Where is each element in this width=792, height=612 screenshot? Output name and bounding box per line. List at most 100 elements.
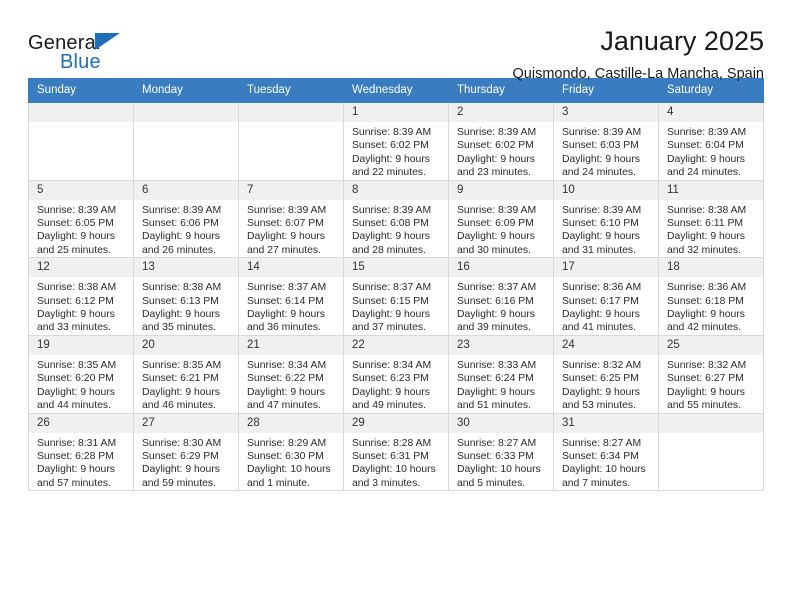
day-detail-line: Sunrise: 8:27 AM [457, 437, 537, 449]
general-blue-logo[interactable]: General Blue [28, 27, 138, 73]
day-detail-line: Sunset: 6:02 PM [457, 140, 534, 152]
day-number: 30 [449, 413, 553, 433]
calendar-day-cell[interactable]: 31 Sunrise: 8:27 AM Sunset: 6:34 PM Dayligh… [553, 413, 659, 492]
calendar-day-cell[interactable]: 12 Sunrise: 8:38 AM Sunset: 6:12 PM Dayligh… [28, 257, 134, 336]
calendar-day-cell[interactable]: 14 Sunrise: 8:37 AM Sunset: 6:14 PM Dayligh… [238, 257, 344, 336]
day-sun-details: Sunrise: 8:35 AM Sunset: 6:21 PM Daylight:… [134, 355, 238, 413]
day-detail-line: Sunrise: 8:39 AM [562, 127, 642, 138]
day-detail-line: Daylight: 10 hours [247, 464, 331, 476]
day-cell-inner: 23 Sunrise: 8:33 AM Sunset: 6:24 PM Dayligh… [449, 335, 553, 413]
day-detail-line: Sunrise: 8:30 AM [142, 437, 222, 449]
day-detail-line: Sunrise: 8:39 AM [247, 204, 327, 216]
calendar-day-cell[interactable]: 15 Sunrise: 8:37 AM Sunset: 6:15 PM Dayligh… [343, 257, 449, 336]
day-detail-line: and 35 minutes. [142, 322, 216, 334]
weekday-header-friday: Friday [553, 78, 659, 103]
day-detail-line: Sunrise: 8:39 AM [457, 204, 537, 216]
day-cell-inner: 13 Sunrise: 8:38 AM Sunset: 6:13 PM Dayligh… [134, 258, 238, 335]
page-header: General Blue January 2025 Quismondo, Cas… [28, 0, 764, 81]
day-detail-line: Sunrise: 8:28 AM [352, 437, 432, 449]
weekday-header-sunday: Sunday [28, 78, 134, 103]
day-detail-line: Sunset: 6:28 PM [37, 450, 114, 462]
day-sun-details: Sunrise: 8:32 AM Sunset: 6:27 PM Daylight:… [659, 355, 763, 413]
calendar-week-row: 26 Sunrise: 8:31 AM Sunset: 6:28 PM Dayligh… [28, 413, 764, 492]
day-number [134, 103, 238, 122]
day-sun-details: Sunrise: 8:31 AM Sunset: 6:28 PM Daylight:… [29, 433, 133, 491]
day-cell-inner [239, 103, 343, 180]
calendar-day-cell[interactable]: 25 Sunrise: 8:32 AM Sunset: 6:27 PM Dayligh… [658, 335, 764, 414]
calendar-day-cell[interactable]: 20 Sunrise: 8:35 AM Sunset: 6:21 PM Dayligh… [133, 335, 239, 414]
day-detail-line: Sunrise: 8:38 AM [667, 204, 747, 216]
calendar-day-cell[interactable]: 30 Sunrise: 8:27 AM Sunset: 6:33 PM Dayligh… [448, 413, 554, 492]
calendar-day-cell[interactable]: 17 Sunrise: 8:36 AM Sunset: 6:17 PM Dayligh… [553, 257, 659, 336]
day-number: 18 [659, 258, 763, 278]
calendar-day-cell[interactable]: 1 Sunrise: 8:39 AM Sunset: 6:02 PM Daylight… [343, 102, 449, 181]
calendar-day-cell[interactable]: 2 Sunrise: 8:39 AM Sunset: 6:02 PM Daylight… [448, 102, 554, 181]
day-detail-line: and 24 minutes. [562, 167, 636, 179]
calendar-week-row: 12 Sunrise: 8:38 AM Sunset: 6:12 PM Dayligh… [28, 257, 764, 336]
calendar-day-cell[interactable]: 7 Sunrise: 8:39 AM Sunset: 6:07 PM Daylight… [238, 180, 344, 259]
day-detail-line: Sunrise: 8:35 AM [142, 359, 222, 371]
calendar-day-cell[interactable]: 13 Sunrise: 8:38 AM Sunset: 6:13 PM Dayligh… [133, 257, 239, 336]
day-cell-inner: 15 Sunrise: 8:37 AM Sunset: 6:15 PM Dayligh… [344, 258, 448, 335]
calendar-day-cell[interactable]: 10 Sunrise: 8:39 AM Sunset: 6:10 PM Dayligh… [553, 180, 659, 259]
calendar-day-cell[interactable]: 3 Sunrise: 8:39 AM Sunset: 6:03 PM Daylight… [553, 102, 659, 181]
day-number: 2 [449, 103, 553, 122]
calendar-day-cell[interactable]: 21 Sunrise: 8:34 AM Sunset: 6:22 PM Dayligh… [238, 335, 344, 414]
calendar-day-cell[interactable]: 4 Sunrise: 8:39 AM Sunset: 6:04 PM Daylight… [658, 102, 764, 181]
day-detail-line: Daylight: 9 hours [247, 386, 325, 398]
day-sun-details: Sunrise: 8:39 AM Sunset: 6:05 PM Daylight:… [29, 200, 133, 258]
calendar-day-cell[interactable]: 18 Sunrise: 8:36 AM Sunset: 6:18 PM Dayligh… [658, 257, 764, 336]
calendar-day-cell[interactable]: 5 Sunrise: 8:39 AM Sunset: 6:05 PM Daylight… [28, 180, 134, 259]
day-detail-line: Sunset: 6:33 PM [457, 450, 534, 462]
calendar-day-cell[interactable]: 6 Sunrise: 8:39 AM Sunset: 6:06 PM Daylight… [133, 180, 239, 259]
day-number: 19 [29, 335, 133, 355]
day-cell-inner [29, 103, 133, 180]
day-cell-inner: 30 Sunrise: 8:27 AM Sunset: 6:33 PM Dayligh… [449, 413, 553, 491]
calendar-week-row: 1 Sunrise: 8:39 AM Sunset: 6:02 PM Daylight… [28, 102, 764, 181]
calendar-day-cell[interactable]: 28 Sunrise: 8:29 AM Sunset: 6:30 PM Dayligh… [238, 413, 344, 492]
day-detail-line: Daylight: 9 hours [667, 309, 745, 321]
day-detail-line: Sunset: 6:25 PM [562, 373, 639, 385]
day-detail-line: and 53 minutes. [562, 400, 636, 412]
calendar-empty-cell [133, 102, 239, 181]
day-detail-line: Sunrise: 8:35 AM [37, 359, 117, 371]
calendar-week-row: 5 Sunrise: 8:39 AM Sunset: 6:05 PM Daylight… [28, 180, 764, 259]
day-detail-line: Daylight: 9 hours [247, 309, 325, 321]
day-detail-line: and 22 minutes. [352, 167, 426, 179]
day-detail-line: and 57 minutes. [37, 477, 111, 489]
day-cell-inner: 10 Sunrise: 8:39 AM Sunset: 6:10 PM Dayligh… [554, 180, 658, 258]
day-detail-line: and 1 minute. [247, 477, 310, 489]
day-sun-details: Sunrise: 8:28 AM Sunset: 6:31 PM Daylight:… [344, 433, 448, 491]
calendar-day-cell[interactable]: 23 Sunrise: 8:33 AM Sunset: 6:24 PM Dayligh… [448, 335, 554, 414]
day-number: 16 [449, 258, 553, 278]
day-detail-line: Sunrise: 8:39 AM [352, 127, 432, 138]
day-sun-details: Sunrise: 8:29 AM Sunset: 6:30 PM Daylight:… [239, 433, 343, 491]
weekday-header-thursday: Thursday [448, 78, 554, 103]
day-number: 7 [239, 180, 343, 200]
day-sun-details: Sunrise: 8:33 AM Sunset: 6:24 PM Daylight:… [449, 355, 553, 413]
calendar-day-cell[interactable]: 27 Sunrise: 8:30 AM Sunset: 6:29 PM Dayligh… [133, 413, 239, 492]
day-cell-inner: 28 Sunrise: 8:29 AM Sunset: 6:30 PM Dayligh… [239, 413, 343, 491]
calendar-day-cell[interactable]: 9 Sunrise: 8:39 AM Sunset: 6:09 PM Daylight… [448, 180, 554, 259]
calendar-day-cell[interactable]: 24 Sunrise: 8:32 AM Sunset: 6:25 PM Dayligh… [553, 335, 659, 414]
day-detail-line: Daylight: 9 hours [37, 464, 115, 476]
day-detail-line: Daylight: 9 hours [667, 386, 745, 398]
day-detail-line: Daylight: 9 hours [562, 386, 640, 398]
day-number: 27 [134, 413, 238, 433]
day-cell-inner: 17 Sunrise: 8:36 AM Sunset: 6:17 PM Dayligh… [554, 258, 658, 335]
day-detail-line: Sunset: 6:15 PM [352, 295, 429, 307]
day-detail-line: and 32 minutes. [667, 244, 741, 256]
calendar-day-cell[interactable]: 22 Sunrise: 8:34 AM Sunset: 6:23 PM Dayligh… [343, 335, 449, 414]
calendar-day-cell[interactable]: 19 Sunrise: 8:35 AM Sunset: 6:20 PM Dayligh… [28, 335, 134, 414]
day-detail-line: Sunset: 6:34 PM [562, 450, 639, 462]
calendar-day-cell[interactable]: 26 Sunrise: 8:31 AM Sunset: 6:28 PM Dayligh… [28, 413, 134, 492]
day-detail-line: and 51 minutes. [457, 400, 531, 412]
day-cell-inner [134, 103, 238, 180]
calendar-day-cell[interactable]: 29 Sunrise: 8:28 AM Sunset: 6:31 PM Dayligh… [343, 413, 449, 492]
day-sun-details: Sunrise: 8:27 AM Sunset: 6:34 PM Daylight:… [554, 433, 658, 491]
calendar-day-cell[interactable]: 11 Sunrise: 8:38 AM Sunset: 6:11 PM Dayligh… [658, 180, 764, 259]
day-detail-line: and 7 minutes. [562, 477, 631, 489]
calendar-day-cell[interactable]: 16 Sunrise: 8:37 AM Sunset: 6:16 PM Dayligh… [448, 257, 554, 336]
day-sun-details: Sunrise: 8:39 AM Sunset: 6:02 PM Daylight:… [344, 122, 448, 180]
calendar-day-cell[interactable]: 8 Sunrise: 8:39 AM Sunset: 6:08 PM Daylight… [343, 180, 449, 259]
